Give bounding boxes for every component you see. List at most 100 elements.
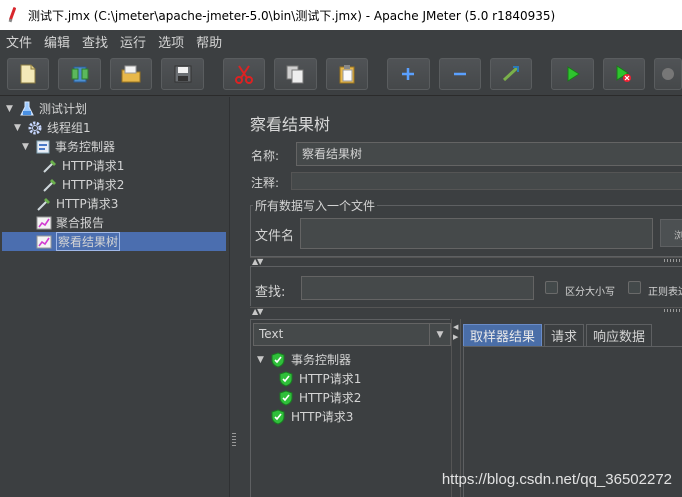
grip-icon (664, 309, 680, 312)
splitter-right-arrow-icon[interactable]: ▶ (453, 333, 458, 341)
collapse-arrows-icon[interactable]: ▲▼ (252, 307, 263, 316)
result-item-http-request-1[interactable]: HTTP请求1 (279, 369, 361, 388)
main-splitter[interactable] (229, 97, 237, 497)
tree-item-test-plan[interactable]: ▼ 测试计划 (6, 99, 87, 118)
templates-icon (71, 66, 89, 82)
save-button[interactable] (161, 57, 204, 90)
search-label: 查找: (255, 285, 286, 300)
tree-item-http-request-3[interactable]: HTTP请求3 (36, 194, 118, 213)
file-group-title: 所有数据写入一个文件 (253, 197, 378, 214)
splitter-left-arrow-icon[interactable]: ◀ (453, 323, 458, 331)
result-item-label: HTTP请求3 (291, 410, 354, 424)
cut-icon (234, 64, 253, 84)
menu-run[interactable]: 运行 (118, 32, 152, 51)
splitter-grip[interactable] (232, 433, 236, 447)
gear-icon (27, 120, 43, 136)
collapse-icon (453, 72, 466, 75)
tree-item-label: HTTP请求2 (62, 178, 125, 192)
collapse-arrows-icon[interactable]: ▲▼ (252, 257, 263, 266)
title-bar: 测试下.jmx (C:\jmeter\apache-jmeter-5.0\bin… (0, 0, 682, 30)
test-plan-tree: ▼ 测试计划 ▼ 线程组1 ▼ 事务控制器 HTTP请求1 HTTP请求2 HT… (0, 97, 229, 497)
result-item-transaction-controller[interactable]: ▼ 事务控制器 (257, 350, 351, 369)
renderer-select[interactable]: Text ▼ (253, 323, 451, 346)
window-title: 测试下.jmx (C:\jmeter\apache-jmeter-5.0\bin… (28, 8, 556, 23)
toolbar (0, 52, 682, 96)
tree-item-label: 聚合报告 (56, 216, 105, 230)
search-input[interactable] (301, 276, 534, 300)
comment-label: 注释: (251, 176, 280, 190)
paste-button[interactable] (325, 57, 369, 90)
collapse-all-button[interactable] (438, 57, 481, 90)
menu-search[interactable]: 查找 (80, 32, 114, 51)
result-item-label: HTTP请求2 (299, 391, 362, 405)
expand-all-button[interactable] (387, 57, 430, 90)
expand-arrow-icon[interactable]: ▼ (257, 355, 267, 365)
tree-item-thread-group[interactable]: ▼ 线程组1 (14, 118, 91, 137)
success-shield-icon (279, 370, 293, 387)
save-icon (174, 65, 192, 82)
jmeter-feather-icon (6, 7, 20, 23)
case-sensitive-checkbox[interactable] (545, 281, 558, 294)
expand-arrow-icon[interactable]: ▼ (6, 104, 16, 114)
tree-item-http-request-1[interactable]: HTTP请求1 (42, 156, 124, 175)
comment-field[interactable] (291, 172, 682, 190)
tree-item-label: 事务控制器 (55, 140, 116, 154)
browse-button[interactable]: 浏 (660, 219, 682, 247)
chevron-down-icon[interactable]: ▼ (429, 324, 450, 345)
regex-label: 正则表达 (648, 287, 682, 298)
start-no-pauses-button[interactable] (602, 57, 646, 90)
success-shield-icon (271, 351, 285, 368)
copy-button[interactable] (274, 57, 317, 90)
result-item-http-request-2[interactable]: HTTP请求2 (279, 388, 361, 407)
name-field[interactable]: 察看结果树 (296, 142, 682, 166)
start-button[interactable] (551, 57, 594, 90)
pipette-icon (42, 177, 58, 193)
expand-arrow-icon[interactable]: ▼ (22, 142, 32, 152)
open-button[interactable] (109, 57, 153, 90)
cut-button[interactable] (222, 57, 266, 90)
new-icon (20, 64, 36, 83)
start-icon (567, 65, 580, 82)
menu-bar: 文件 编辑 查找 运行 选项 帮助 (0, 30, 682, 52)
pipette-icon (42, 158, 58, 174)
view-results-tree-panel: 察看结果树 名称: 察看结果树 注释: 所有数据写入一个文件 文件名 浏 ▲▼ … (238, 97, 682, 497)
tab-request[interactable]: 请求 (544, 324, 585, 346)
result-item-label: HTTP请求1 (299, 372, 362, 386)
regex-checkbox[interactable] (628, 281, 641, 294)
tree-item-transaction-controller[interactable]: ▼ 事务控制器 (22, 137, 115, 156)
tab-response-data[interactable]: 响应数据 (586, 324, 653, 346)
tree-item-label: 线程组1 (47, 121, 91, 135)
templates-button[interactable] (58, 57, 101, 90)
tree-item-aggregate-report[interactable]: 聚合报告 (36, 213, 104, 232)
filename-label: 文件名 (255, 229, 295, 244)
tree-item-http-request-2[interactable]: HTTP请求2 (42, 175, 124, 194)
tab-sampler-result[interactable]: 取样器结果 (463, 324, 543, 346)
file-section-collapse-bar[interactable]: ▲▼ (250, 257, 682, 266)
tree-item-view-results-tree[interactable]: 察看结果树 (2, 232, 226, 251)
result-tabs: 取样器结果 请求 响应数据 (463, 324, 654, 346)
case-sensitive-label: 区分大小写 (565, 287, 615, 298)
expand-arrow-icon[interactable]: ▼ (14, 123, 24, 133)
copy-icon (286, 65, 304, 83)
success-shield-icon (271, 408, 285, 425)
stop-icon (662, 67, 675, 80)
menu-file[interactable]: 文件 (4, 32, 38, 51)
toggle-icon (503, 65, 520, 81)
stop-button[interactable] (654, 57, 682, 90)
menu-edit[interactable]: 编辑 (42, 32, 76, 51)
new-button[interactable] (7, 57, 50, 90)
renderer-value: Text (259, 327, 284, 341)
search-section-collapse-bar[interactable]: ▲▼ (250, 307, 682, 316)
grip-icon (664, 259, 680, 262)
filename-field[interactable] (300, 218, 653, 249)
listener-chart-icon (36, 215, 52, 231)
menu-help[interactable]: 帮助 (194, 32, 228, 51)
menu-options[interactable]: 选项 (156, 32, 190, 51)
expand-icon (402, 67, 415, 80)
result-item-http-request-3[interactable]: HTTP请求3 (271, 407, 353, 426)
toggle-button[interactable] (489, 57, 533, 90)
panel-title: 察看结果树 (250, 115, 331, 134)
name-label: 名称: (251, 149, 280, 163)
tree-item-label: HTTP请求3 (56, 197, 119, 211)
tree-item-label: HTTP请求1 (62, 159, 125, 173)
